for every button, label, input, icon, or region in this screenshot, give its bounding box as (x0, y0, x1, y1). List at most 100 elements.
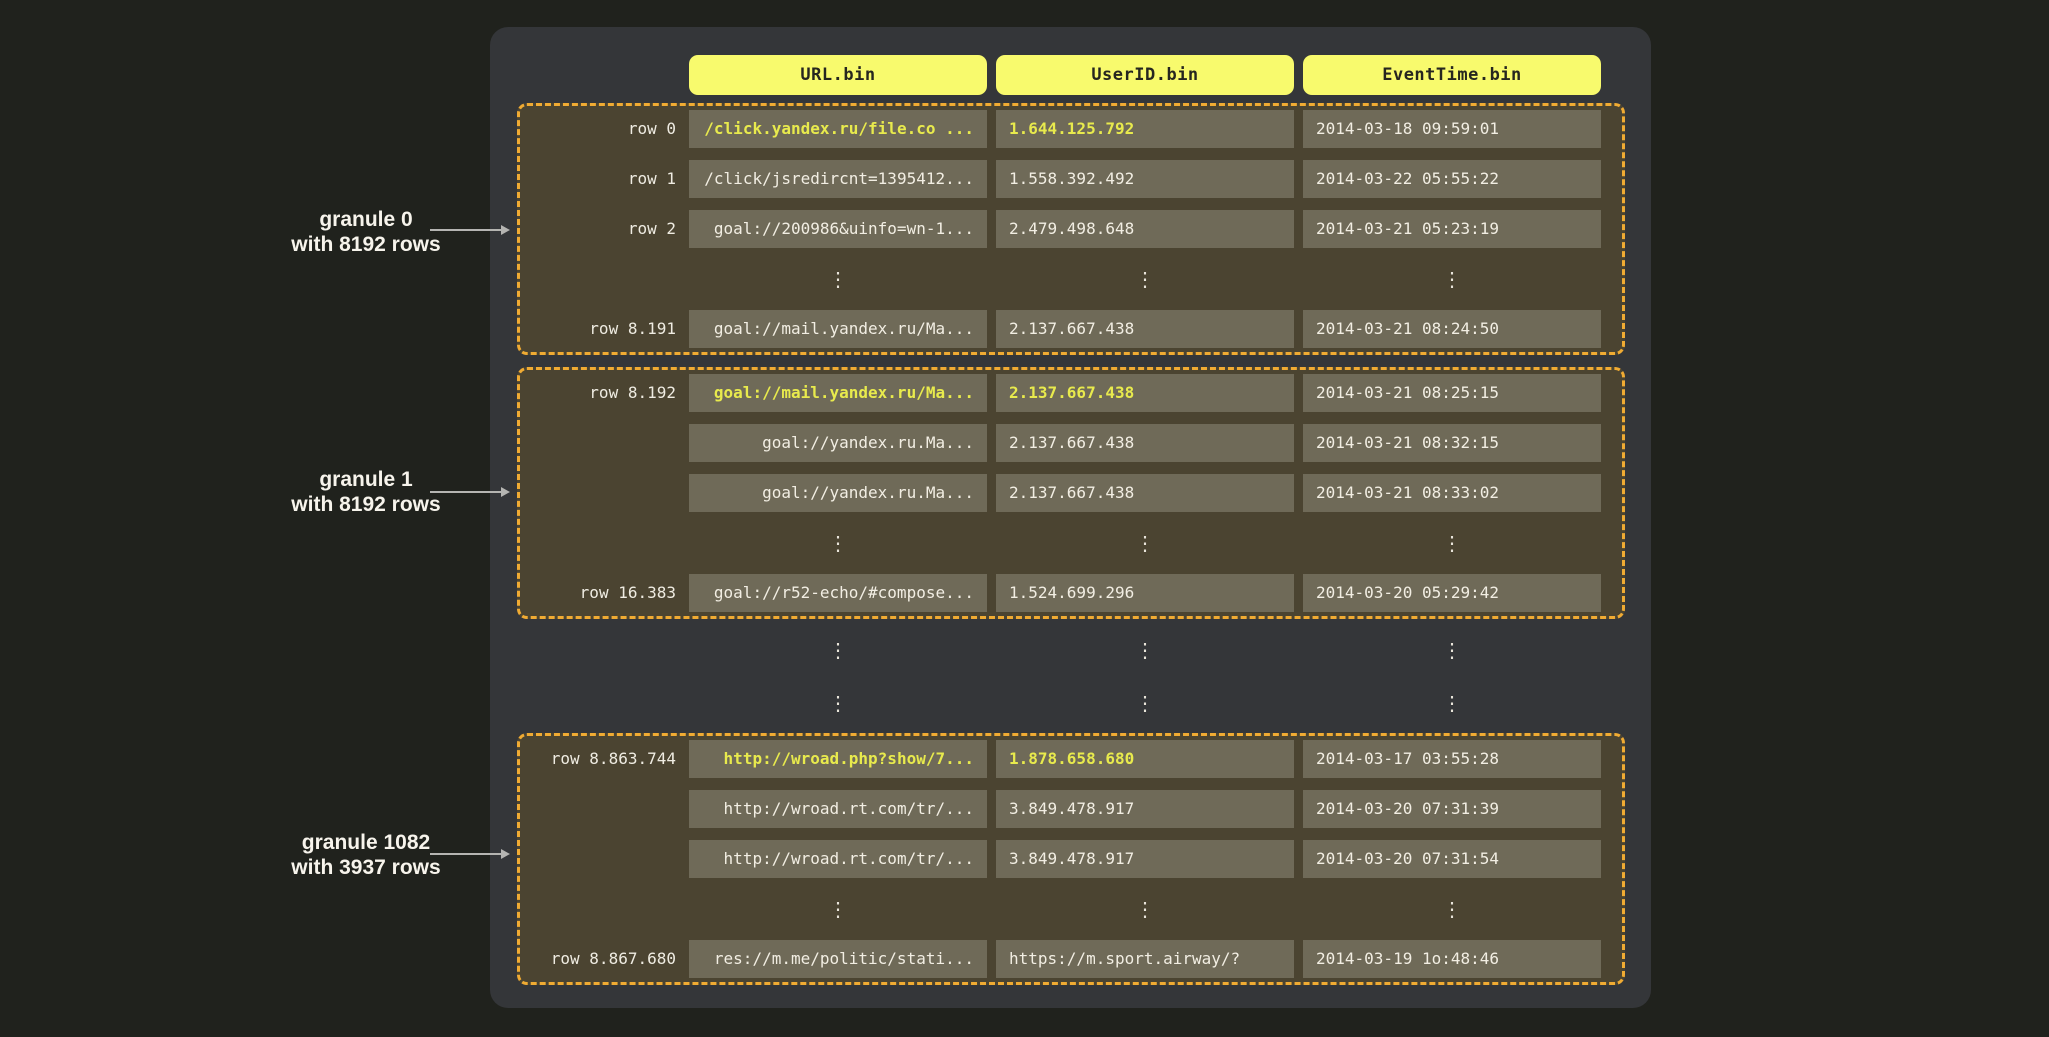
url-ellipsis-icon: ⋮ (689, 890, 987, 928)
eventtime-cell: 2014-03-21 08:33:02 (1303, 474, 1601, 512)
granule-box: row 8.863.744 http://wroad.php?show/7...1… (517, 733, 1625, 985)
row-label (520, 524, 676, 562)
eventtime-cell: 2014-03-21 08:24:50 (1303, 310, 1601, 348)
table-row: row 8.191 goal://mail.yandex.ru/Ma...2.13… (520, 310, 1622, 348)
ellipsis-row: ⋮⋮⋮ (520, 631, 1601, 669)
granule-1-annotation-line2: with 8192 rows (246, 492, 486, 517)
gap-ellipsis-row: ⋮⋮⋮ (520, 684, 1601, 722)
userid-cell: 2.479.498.648 (996, 210, 1294, 248)
granule-0-annotation: granule 0 with 8192 rows (246, 207, 486, 257)
eventtime-cell: 2014-03-21 05:23:19 (1303, 210, 1601, 248)
row-label: row 8.192 (520, 374, 676, 412)
table-row: http://wroad.rt.com/tr/...3.849.478.9172… (520, 840, 1622, 878)
userid-cell: 2.137.667.438 (996, 374, 1294, 412)
row-label: row 0 (520, 110, 676, 148)
eventtime-cell: 2014-03-22 05:55:22 (1303, 160, 1601, 198)
granule-1-annotation-line1: granule 1 (246, 467, 486, 492)
eventtime-ellipsis-icon: ⋮ (1303, 684, 1601, 722)
userid-ellipsis-icon: ⋮ (996, 524, 1294, 562)
userid-ellipsis-icon: ⋮ (996, 890, 1294, 928)
userid-cell: 3.849.478.917 (996, 840, 1294, 878)
eventtime-cell: 2014-03-17 03:55:28 (1303, 740, 1601, 778)
url-ellipsis-icon: ⋮ (689, 260, 987, 298)
row-label: row 8.191 (520, 310, 676, 348)
url-cell: goal://yandex.ru.Ma... (689, 474, 987, 512)
granule-1-arrow-icon (430, 491, 508, 493)
userid-cell: 2.137.667.438 (996, 310, 1294, 348)
granule-0-annotation-line2: with 8192 rows (246, 232, 486, 257)
granule-box: row 0/click.yandex.ru/file.co ...1.644.1… (517, 103, 1625, 355)
eventtime-ellipsis-icon: ⋮ (1303, 524, 1601, 562)
userid-cell: 1.558.392.492 (996, 160, 1294, 198)
table-row: http://wroad.rt.com/tr/...3.849.478.9172… (520, 790, 1622, 828)
granule-0-arrow-icon (430, 229, 508, 231)
row-label (520, 631, 676, 669)
granule-1082-annotation-line1: granule 1082 (246, 830, 486, 855)
userid-cell: 3.849.478.917 (996, 790, 1294, 828)
row-label (520, 684, 676, 722)
table-row: row 2 goal://200986&uinfo=wn-1...2.479.49… (520, 210, 1622, 248)
table-row: row 16.383 goal://r52-echo/#compose...1.5… (520, 574, 1622, 612)
row-label: row 16.383 (520, 574, 676, 612)
userid-cell: 2.137.667.438 (996, 474, 1294, 512)
table-row: row 1/click/jsredircnt=1395412...1.558.3… (520, 160, 1622, 198)
table-row: goal://yandex.ru.Ma...2.137.667.4382014-… (520, 474, 1622, 512)
url-cell: /click.yandex.ru/file.co ... (689, 110, 987, 148)
column-header-eventtime-bin: EventTime.bin (1303, 55, 1601, 95)
eventtime-cell: 2014-03-21 08:32:15 (1303, 424, 1601, 462)
url-cell: goal://yandex.ru.Ma... (689, 424, 987, 462)
row-label: row 2 (520, 210, 676, 248)
row-label (520, 474, 676, 512)
granule-1082-arrow-icon (430, 853, 508, 855)
url-cell: res://m.me/politic/stati... (689, 940, 987, 978)
url-cell: goal://mail.yandex.ru/Ma... (689, 310, 987, 348)
userid-ellipsis-icon: ⋮ (996, 260, 1294, 298)
row-label: row 8.867.680 (520, 940, 676, 978)
userid-ellipsis-icon: ⋮ (996, 631, 1294, 669)
url-cell: goal://200986&uinfo=wn-1... (689, 210, 987, 248)
table-row: row 0/click.yandex.ru/file.co ...1.644.1… (520, 110, 1622, 148)
url-cell: goal://r52-echo/#compose... (689, 574, 987, 612)
table-panel: URL.bin UserID.bin EventTime.bin row 0/c… (490, 27, 1651, 1008)
row-label (520, 260, 676, 298)
row-label (520, 790, 676, 828)
table-row: row 8.867.680 res://m.me/politic/stati...… (520, 940, 1622, 978)
url-cell: /click/jsredircnt=1395412... (689, 160, 987, 198)
userid-cell: 1.524.699.296 (996, 574, 1294, 612)
eventtime-ellipsis-icon: ⋮ (1303, 890, 1601, 928)
row-label: row 1 (520, 160, 676, 198)
userid-cell: 1.644.125.792 (996, 110, 1294, 148)
granule-box: row 8.192goal://mail.yandex.ru/Ma...2.13… (517, 367, 1625, 619)
row-label: row 8.863.744 (520, 740, 676, 778)
row-label (520, 424, 676, 462)
row-label (520, 890, 676, 928)
ellipsis-row: ⋮⋮⋮ (520, 890, 1622, 928)
url-cell: http://wroad.rt.com/tr/... (689, 840, 987, 878)
column-header-url-bin: URL.bin (689, 55, 987, 95)
eventtime-cell: 2014-03-21 08:25:15 (1303, 374, 1601, 412)
column-headers: URL.bin UserID.bin EventTime.bin (689, 55, 1601, 95)
ellipsis-row: ⋮⋮⋮ (520, 684, 1601, 722)
url-ellipsis-icon: ⋮ (689, 524, 987, 562)
eventtime-cell: 2014-03-19 1o:48:46 (1303, 940, 1601, 978)
url-cell: http://wroad.php?show/7... (689, 740, 987, 778)
gap-ellipsis-row: ⋮⋮⋮ (520, 631, 1601, 669)
table-row: row 8.192goal://mail.yandex.ru/Ma...2.13… (520, 374, 1622, 412)
ellipsis-row: ⋮⋮⋮ (520, 524, 1622, 562)
userid-cell: 2.137.667.438 (996, 424, 1294, 462)
url-ellipsis-icon: ⋮ (689, 631, 987, 669)
eventtime-ellipsis-icon: ⋮ (1303, 260, 1601, 298)
userid-ellipsis-icon: ⋮ (996, 684, 1294, 722)
column-header-userid-bin: UserID.bin (996, 55, 1294, 95)
url-cell: http://wroad.rt.com/tr/... (689, 790, 987, 828)
eventtime-cell: 2014-03-20 05:29:42 (1303, 574, 1601, 612)
ellipsis-row: ⋮⋮⋮ (520, 260, 1622, 298)
eventtime-cell: 2014-03-20 07:31:54 (1303, 840, 1601, 878)
granule-1082-annotation: granule 1082 with 3937 rows (246, 830, 486, 880)
userid-cell: 1.878.658.680 (996, 740, 1294, 778)
userid-cell: https://m.sport.airway/? (996, 940, 1294, 978)
url-ellipsis-icon: ⋮ (689, 684, 987, 722)
eventtime-ellipsis-icon: ⋮ (1303, 631, 1601, 669)
row-label (520, 840, 676, 878)
diagram-canvas: URL.bin UserID.bin EventTime.bin row 0/c… (0, 0, 2049, 1037)
